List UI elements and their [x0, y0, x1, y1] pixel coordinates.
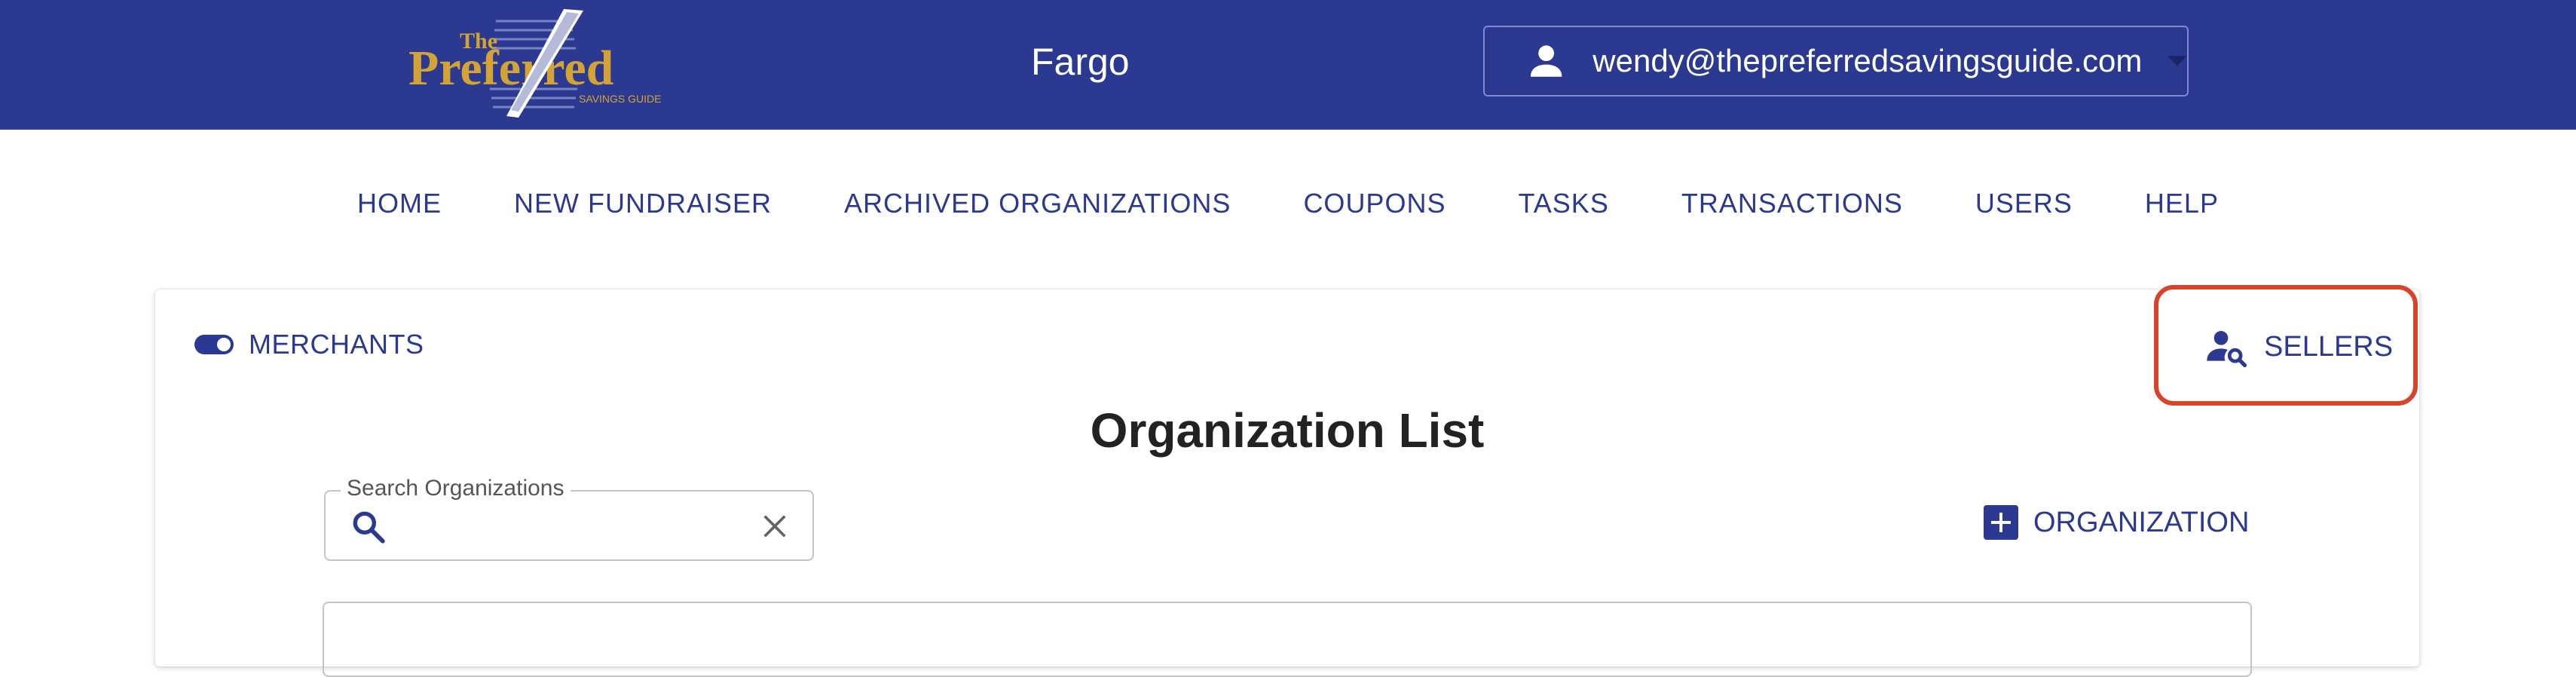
toggle-switch[interactable] — [194, 335, 234, 354]
nav-archived-organizations[interactable]: ARCHIVED ORGANIZATIONS — [844, 181, 1231, 226]
search-icon — [353, 511, 385, 544]
svg-text:SAVINGS GUIDE: SAVINGS GUIDE — [579, 93, 661, 105]
organization-table — [323, 602, 2252, 677]
region-name: Fargo — [1031, 41, 1130, 83]
add-organization-label: ORGANIZATION — [2033, 506, 2250, 538]
nav-home[interactable]: HOME — [357, 181, 442, 226]
top-header: The Preferred SAVINGS GUIDE Fargo wendy@… — [0, 0, 2576, 130]
page-title: Organization List — [1090, 403, 1485, 458]
nav-users[interactable]: USERS — [1975, 181, 2073, 226]
merchants-toggle-label: MERCHANTS — [249, 329, 424, 360]
search-field-label: Search Organizations — [341, 475, 571, 502]
main-nav: HOME NEW FUNDRAISER ARCHIVED ORGANIZATIO… — [0, 181, 2576, 226]
nav-new-fundraiser[interactable]: NEW FUNDRAISER — [514, 181, 772, 226]
logo-graphic: The Preferred SAVINGS GUIDE — [408, 9, 661, 118]
nav-help[interactable]: HELP — [2145, 181, 2219, 226]
search-input[interactable] — [398, 505, 717, 549]
merchants-toggle[interactable]: MERCHANTS — [194, 329, 424, 360]
user-email: wendy@thepreferredsavingsguide.com — [1592, 43, 2143, 78]
organization-card: MERCHANTS SELLERS Organization List Sear… — [155, 285, 2419, 677]
svg-text:Preferred: Preferred — [408, 41, 613, 96]
add-box-icon — [1984, 505, 2018, 540]
sellers-button[interactable]: SELLERS — [2205, 326, 2393, 368]
close-icon[interactable] — [760, 511, 790, 541]
user-menu-button[interactable]: wendy@thepreferredsavingsguide.com — [1483, 26, 2189, 96]
nav-tasks[interactable]: TASKS — [1518, 181, 1608, 226]
nav-transactions[interactable]: TRANSACTIONS — [1681, 181, 1903, 226]
search-organizations-field[interactable]: Search Organizations — [324, 475, 814, 561]
caret-down-icon — [2168, 56, 2187, 66]
sellers-label: SELLERS — [2264, 330, 2394, 363]
logo[interactable]: The Preferred SAVINGS GUIDE — [405, 6, 662, 119]
add-organization-button[interactable]: ORGANIZATION — [1984, 505, 2249, 540]
person-search-icon — [2207, 331, 2247, 368]
nav-coupons[interactable]: COUPONS — [1303, 181, 1446, 226]
person-icon — [1530, 45, 1562, 77]
